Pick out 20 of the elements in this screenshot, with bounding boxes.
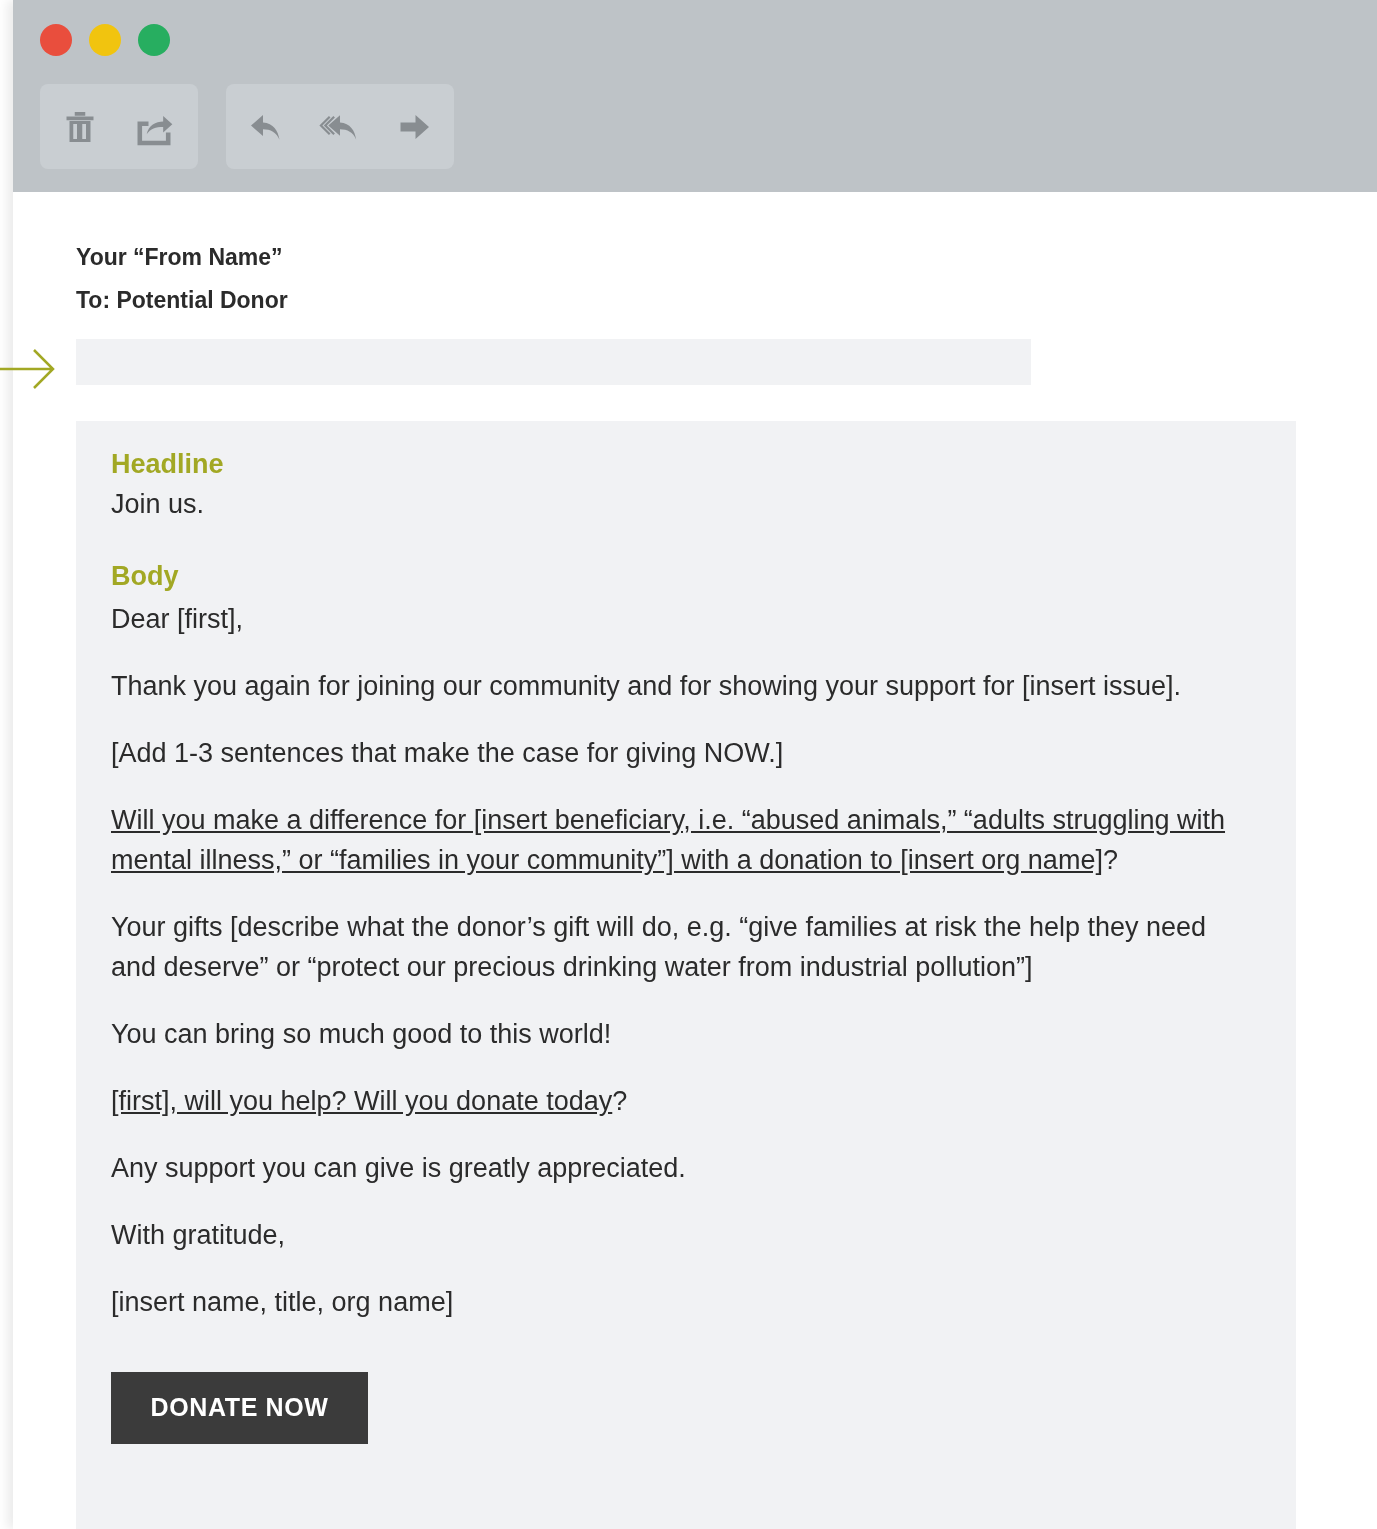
body-paragraph: Your gifts [describe what the donor’s gift will do, e.g. “give families at risk the help they need and deserve” or “protect our precious drinking water from industrial pollution”]: [111, 911, 1208, 984]
body-paragraph: Any support you can give is greatly appreciated.: [111, 1152, 687, 1185]
body-paragraph: [insert name, title, org name]: [111, 1286, 455, 1319]
body-label: Body: [111, 560, 180, 593]
window-control-button[interactable]: [40, 24, 72, 56]
headline-label: Headline: [111, 448, 225, 481]
body-paragraph: Dear [first],: [111, 603, 245, 636]
body-paragraph: You can bring so much good to this world!: [111, 1018, 613, 1051]
headline-text: Join us.: [111, 488, 206, 521]
body-paragraph: Thank you again for joining our community and for showing your support for [insert issue].: [111, 670, 1183, 703]
pointer-arrow-icon: [0, 348, 56, 390]
body-paragraph: [Add 1-3 sentences that make the case for giving NOW.]: [111, 737, 785, 770]
body-paragraph: With gratitude,: [111, 1219, 287, 1252]
donate-link-paragraph[interactable]: Will you make a difference for [insert beneficiary, i.e. “abused animals,” “adults struggling with mental illness,” or “families in your community”] with a donation to [insert org name]?: [111, 800, 1241, 880]
window-control-button[interactable]: [89, 24, 121, 56]
donate-now-button[interactable]: DONATE NOW: [111, 1372, 368, 1444]
donate-link-paragraph[interactable]: [first], will you help? Will you donate today?: [111, 1081, 1241, 1121]
sender-name: Your “From Name”: [76, 243, 284, 272]
recipient-line: To: Potential Donor: [76, 286, 289, 315]
window-control-button[interactable]: [138, 24, 170, 56]
